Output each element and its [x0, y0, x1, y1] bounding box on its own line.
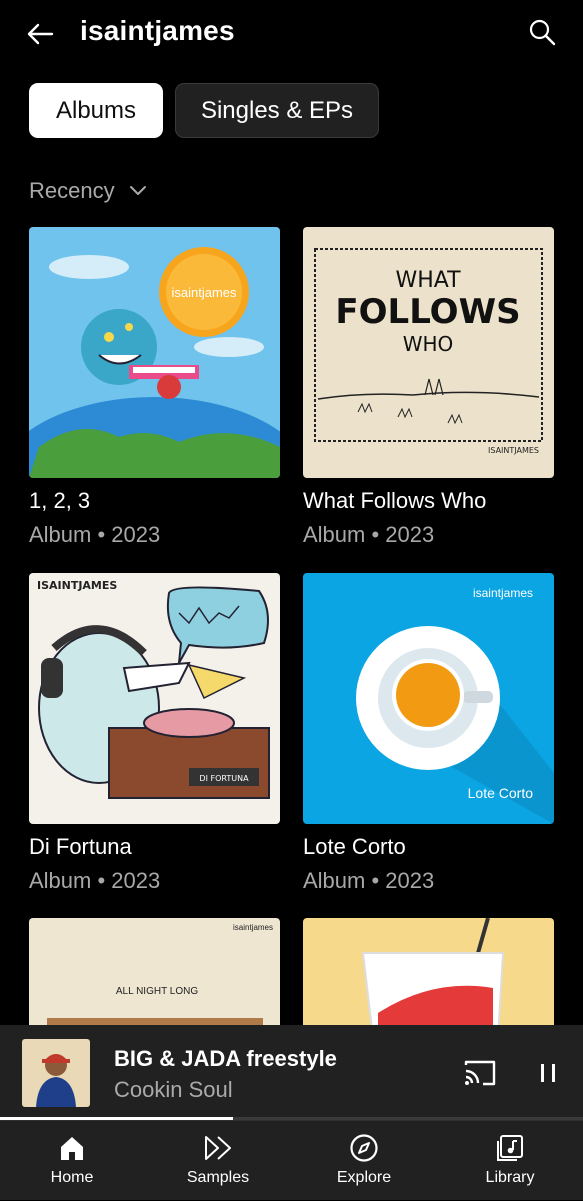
- album-art: ISAINTJAMES DI FORTUNA: [29, 573, 280, 824]
- nav-label: Home: [50, 1169, 94, 1186]
- art-text: WHAT: [395, 268, 461, 293]
- page-title: isaintjames: [80, 15, 235, 46]
- bottom-navigation: Home Samples Explore Library: [0, 1120, 583, 1200]
- pause-button[interactable]: [533, 1057, 563, 1089]
- now-playing-thumbnail: [22, 1039, 90, 1107]
- chip-singles-eps[interactable]: Singles & EPs: [175, 83, 379, 138]
- chevron-down-icon: [129, 186, 146, 195]
- album-title: Lote Corto: [303, 834, 406, 859]
- album-card[interactable]: WHAT FOLLOWS WHO ISAINTJAMES What Follow…: [303, 227, 554, 548]
- album-meta: Album • 2023: [303, 522, 435, 547]
- mini-player[interactable]: BIG & JADA freestyle Cookin Soul: [0, 1025, 583, 1119]
- album-title: 1, 2, 3: [29, 488, 91, 513]
- art-text: WHO: [403, 332, 454, 356]
- album-title: What Follows Who: [303, 488, 487, 513]
- arrow-back-icon: [27, 23, 54, 45]
- art-text: ISAINTJAMES: [37, 579, 117, 592]
- nav-item-explore[interactable]: Explore: [304, 1121, 424, 1201]
- nav-label: Explore: [336, 1169, 392, 1186]
- album-meta: Album • 2023: [303, 868, 435, 893]
- art-text: isaintjames: [473, 586, 533, 600]
- album-card[interactable]: isaintjames 1, 2, 3 Album • 2023: [29, 227, 280, 548]
- search-icon: [529, 19, 556, 46]
- explore-icon: [350, 1134, 378, 1162]
- art-text: isaintjames: [171, 285, 237, 300]
- search-button[interactable]: [524, 14, 560, 50]
- album-art: isaintjames: [29, 227, 280, 478]
- art-text: FOLLOWS: [335, 292, 520, 332]
- home-icon: [61, 1137, 83, 1160]
- album-art: isaintjames Lote Corto: [303, 573, 554, 824]
- sort-label: Recency: [29, 178, 115, 203]
- album-meta: Album • 2023: [29, 868, 161, 893]
- album-card[interactable]: isaintjames Lote Corto Lote Corto Album …: [303, 573, 554, 894]
- pause-icon: [541, 1064, 555, 1082]
- art-text: DI FORTUNA: [199, 774, 249, 783]
- cast-button[interactable]: [462, 1057, 498, 1089]
- nav-item-library[interactable]: Library: [450, 1121, 570, 1201]
- chip-albums[interactable]: Albums: [29, 83, 163, 138]
- back-button[interactable]: [22, 16, 58, 52]
- album-title: Di Fortuna: [29, 834, 132, 859]
- now-playing-artist: Cookin Soul: [114, 1077, 233, 1102]
- cast-icon: [464, 1060, 496, 1086]
- art-text: ISAINTJAMES: [488, 446, 539, 455]
- library-icon: [497, 1135, 523, 1161]
- now-playing-title: BIG & JADA freestyle: [114, 1046, 337, 1071]
- nav-label: Samples: [186, 1169, 250, 1186]
- art-text: isaintjames: [233, 923, 273, 932]
- sort-dropdown[interactable]: Recency: [29, 178, 147, 204]
- nav-item-samples[interactable]: Samples: [158, 1121, 278, 1201]
- nav-item-home[interactable]: Home: [12, 1121, 132, 1201]
- samples-icon: [205, 1136, 231, 1160]
- art-text: Lote Corto: [468, 785, 534, 801]
- top-app-bar: isaintjames: [0, 0, 583, 66]
- album-meta: Album • 2023: [29, 522, 161, 547]
- album-card[interactable]: ISAINTJAMES DI FORTUNA Di Fortuna Album …: [29, 573, 280, 894]
- album-art: WHAT FOLLOWS WHO ISAINTJAMES: [303, 227, 554, 478]
- art-text: ALL NIGHT LONG: [116, 986, 198, 997]
- nav-label: Library: [485, 1169, 535, 1186]
